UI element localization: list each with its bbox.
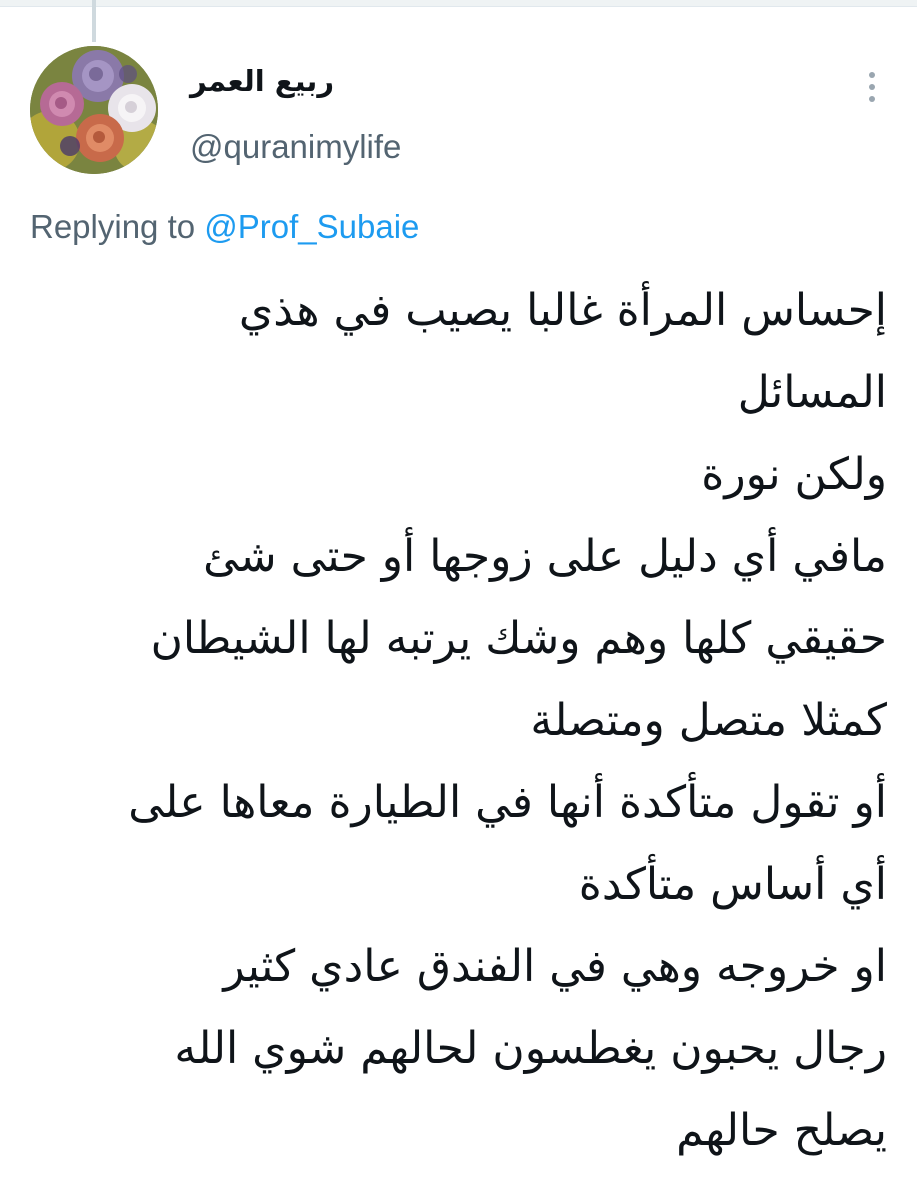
tweet-text-line: رجال يحبون يغطسون لحالهم شوي الله (174, 1023, 887, 1074)
tweet-text-line: إحساس المرأة غالبا يصيب في هذي (238, 285, 887, 336)
tweet-text-line: أو تقول متأكدة أنها في الطيارة معاها على (128, 777, 887, 828)
avatar[interactable] (30, 46, 158, 174)
tweet-text-line: يصلح حالهم (676, 1105, 887, 1156)
tweet-text-line: المسائل (737, 367, 887, 418)
user-handle[interactable]: @quranimylife (190, 128, 401, 166)
more-options-button[interactable] (854, 62, 890, 112)
tweet-text-line: او خروجه وهي في الفندق عادي كثير (223, 941, 887, 992)
replying-mention-link[interactable]: @Prof_Subaie (204, 208, 419, 245)
more-vertical-icon-dot (869, 96, 875, 102)
tweet-text: إحساس المرأة غالبا يصيب في هذي المسائل و… (27, 270, 887, 1172)
display-name[interactable]: ربيع العمر (190, 64, 334, 98)
tweet-text-line: مافي أي دليل على زوجها أو حتى شئ (203, 531, 887, 582)
replying-to: Replying to @Prof_Subaie (30, 208, 419, 246)
top-divider (0, 0, 917, 7)
tweet-text-line: أي أساس متأكدة (578, 859, 887, 910)
roses-avatar-icon (30, 46, 158, 174)
replying-prefix: Replying to (30, 208, 196, 245)
more-vertical-icon (869, 72, 875, 78)
more-vertical-icon-dot (869, 84, 875, 90)
tweet-text-line: ولكن نورة (701, 449, 887, 500)
tweet-text-line: حقيقي كلها وهم وشك يرتبه لها الشيطان (150, 613, 887, 664)
thread-connector-line (92, 0, 96, 42)
tweet-text-line: كمثلا متصل ومتصلة (530, 695, 887, 746)
